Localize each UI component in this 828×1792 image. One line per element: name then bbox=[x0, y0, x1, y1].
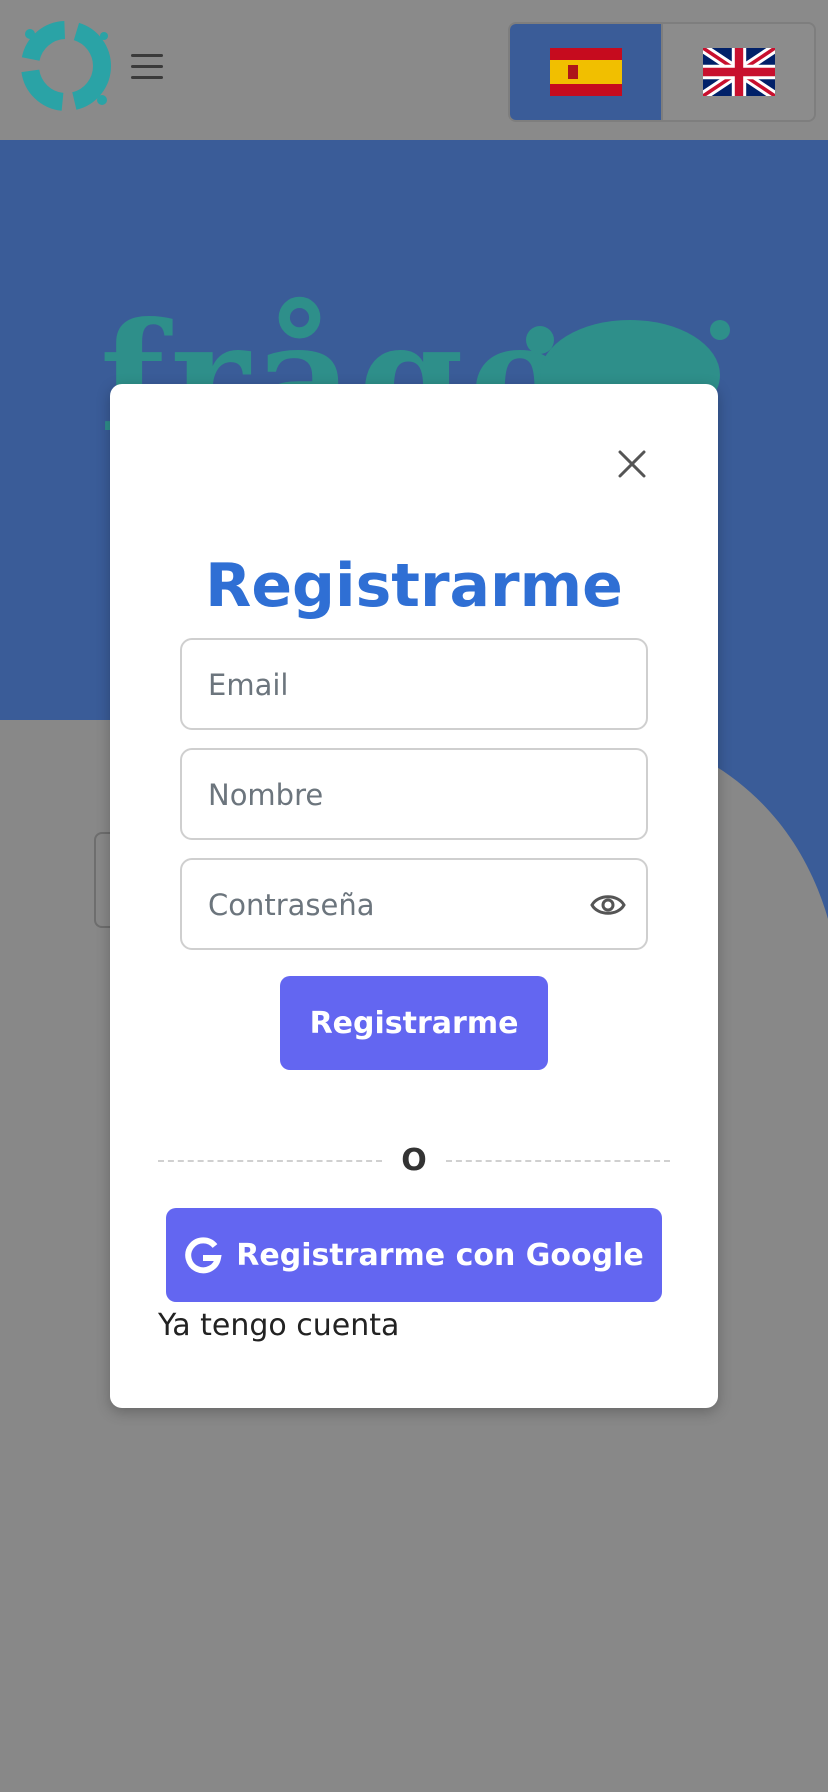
close-icon[interactable] bbox=[612, 444, 652, 484]
google-register-label: Registrarme con Google bbox=[236, 1237, 644, 1273]
or-divider: O bbox=[158, 1146, 670, 1176]
divider-text: O bbox=[401, 1143, 427, 1178]
google-register-button[interactable]: Registrarme con Google bbox=[166, 1208, 662, 1302]
google-g-icon bbox=[185, 1237, 222, 1274]
password-input[interactable] bbox=[206, 860, 610, 950]
uk-flag-icon bbox=[702, 48, 775, 96]
spain-flag-icon bbox=[549, 48, 622, 96]
name-field[interactable] bbox=[180, 748, 648, 840]
splash-logo-icon[interactable] bbox=[16, 16, 116, 116]
modal-title: Registrarme bbox=[205, 551, 623, 621]
language-es-button[interactable] bbox=[510, 24, 663, 120]
email-input[interactable] bbox=[206, 640, 610, 730]
hamburger-menu-icon[interactable] bbox=[131, 54, 165, 84]
language-switcher bbox=[508, 22, 816, 122]
register-button[interactable]: Registrarme bbox=[280, 976, 548, 1070]
password-field[interactable] bbox=[180, 858, 648, 950]
eye-icon[interactable] bbox=[590, 890, 626, 920]
have-account-link[interactable]: Ya tengo cuenta bbox=[158, 1306, 399, 1345]
language-en-button[interactable] bbox=[663, 24, 814, 120]
email-field[interactable] bbox=[180, 638, 648, 730]
top-nav bbox=[0, 0, 828, 140]
register-modal: Registrarme Registrarme O Registrarme co… bbox=[110, 384, 718, 1408]
name-input[interactable] bbox=[206, 750, 610, 840]
